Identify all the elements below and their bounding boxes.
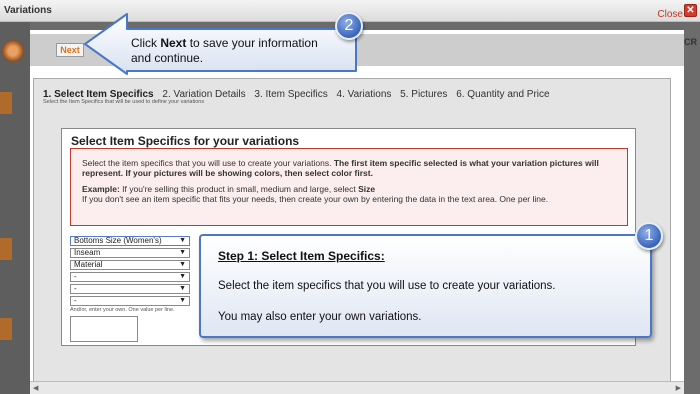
- background-accent: [0, 92, 12, 114]
- scroll-right-icon[interactable]: ▶: [676, 384, 681, 392]
- dropdown-arrow-icon: ▼: [179, 273, 186, 280]
- custom-values-textarea[interactable]: [70, 316, 138, 342]
- dropdown-arrow-icon: ▼: [179, 249, 186, 256]
- background-right-column: [684, 22, 700, 394]
- step-4[interactable]: 4. Variations: [337, 89, 392, 100]
- item-specific-select-3[interactable]: Material ▼: [70, 260, 190, 270]
- step-badge-2: 2: [335, 12, 363, 40]
- step-description: Select the Item Specifics that will be u…: [43, 99, 205, 105]
- horizontal-scrollbar[interactable]: ◀ ▶: [30, 381, 684, 394]
- item-specific-select-5[interactable]: - ▼: [70, 284, 190, 294]
- example-value: Size: [358, 184, 376, 194]
- scroll-left-icon[interactable]: ◀: [33, 384, 38, 392]
- section-title: Select Item Specifics for your variation…: [71, 134, 300, 148]
- next-button[interactable]: Next: [56, 43, 84, 57]
- background-text: CR: [684, 37, 697, 47]
- info-example: Example: If you're selling this product …: [82, 184, 616, 194]
- step-badge-1: 1: [635, 222, 663, 250]
- step-6[interactable]: 6. Quantity and Price: [456, 89, 549, 100]
- window-title: Variations: [4, 5, 52, 16]
- select-value: -: [74, 296, 77, 305]
- callout-bold: Next: [160, 36, 187, 50]
- dropdown-arrow-icon: ▼: [179, 261, 186, 268]
- background-accent: [0, 318, 12, 340]
- select-value: Bottoms Size (Women's): [74, 236, 162, 245]
- logo-icon: [2, 40, 24, 62]
- step-3[interactable]: 3. Item Specifics: [254, 89, 327, 100]
- step-5[interactable]: 5. Pictures: [400, 89, 447, 100]
- callout-line2: and continue.: [131, 51, 204, 65]
- callout-suffix: to save your information: [186, 36, 318, 50]
- dropdown-arrow-icon: ▼: [179, 285, 186, 292]
- item-specific-select-4[interactable]: - ▼: [70, 272, 190, 282]
- info-box: Select the item specifics that you will …: [70, 148, 628, 226]
- step1-heading: Step 1: Select Item Specifics:: [218, 249, 385, 263]
- step1-callout: Step 1: Select Item Specifics: Select th…: [199, 234, 652, 338]
- close-icon[interactable]: ✕: [684, 4, 697, 17]
- item-specific-select-1[interactable]: Bottoms Size (Women's) ▼: [70, 236, 190, 246]
- callout-prefix: Click: [131, 36, 161, 50]
- select-value: Material: [74, 260, 103, 269]
- select-value: -: [74, 272, 77, 281]
- custom-values-label: And/or, enter your own. One value per li…: [70, 307, 175, 313]
- background-accent: [0, 238, 12, 260]
- example-text: If you're selling this product in small,…: [119, 184, 359, 194]
- next-callout-text: Click Next to save your information and …: [131, 36, 318, 66]
- step1-line2: You may also enter your own variations.: [218, 311, 422, 323]
- info-intro-text: Select the item specifics that you will …: [82, 158, 334, 168]
- item-specific-select-2[interactable]: Inseam ▼: [70, 248, 190, 258]
- select-value: Inseam: [74, 248, 101, 257]
- select-value: -: [74, 284, 77, 293]
- info-intro: Select the item specifics that you will …: [82, 158, 616, 178]
- dropdown-arrow-icon: ▼: [179, 297, 186, 304]
- item-specific-select-6[interactable]: - ▼: [70, 296, 190, 306]
- step1-line1: Select the item specifics that you will …: [218, 280, 556, 292]
- info-example-line2: If you don't see an item specific that f…: [82, 194, 549, 204]
- close-link[interactable]: Close: [657, 9, 683, 20]
- dropdown-arrow-icon: ▼: [179, 237, 186, 244]
- example-label: Example:: [82, 184, 120, 194]
